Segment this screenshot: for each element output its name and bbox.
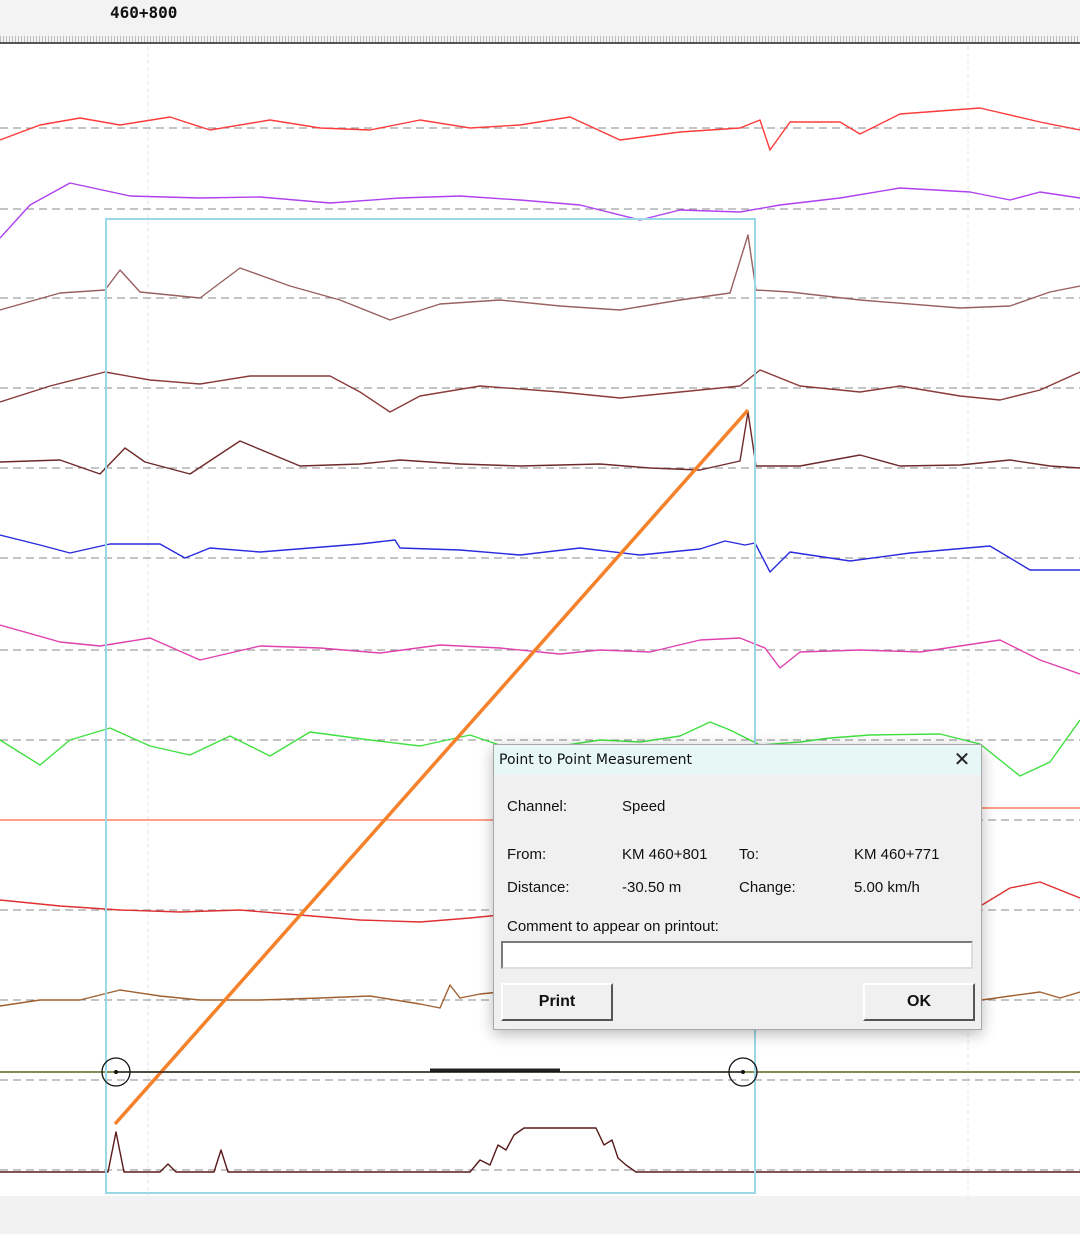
trace-5 [0, 411, 1080, 475]
distance-value: -30.50 m [622, 879, 682, 896]
measurement-box [105, 218, 756, 1194]
comment-label: Comment to appear on printout: [507, 918, 719, 935]
trace-10b [981, 881, 1080, 906]
trace-chart[interactable] [0, 0, 1080, 1234]
dialog-titlebar[interactable]: Point to Point Measurement ✕ [494, 745, 981, 775]
trace-6 [0, 534, 1080, 573]
print-button[interactable]: Print [501, 983, 613, 1021]
close-icon[interactable]: ✕ [951, 749, 973, 771]
change-label: Change: [739, 879, 796, 896]
comment-input[interactable] [501, 941, 973, 969]
to-value: KM 460+771 [854, 846, 940, 863]
change-value: 5.00 km/h [854, 879, 920, 896]
trace-10 [0, 899, 501, 923]
ok-button[interactable]: OK [863, 983, 975, 1021]
trace-13 [0, 1127, 1080, 1173]
to-label: To: [739, 846, 760, 863]
footer-bar [0, 1196, 1080, 1234]
trace-3 [0, 234, 1080, 321]
trace-1 [0, 107, 1080, 151]
from-value: KM 460+801 [622, 846, 708, 863]
channel-label: Channel: [507, 798, 568, 815]
trace-2 [0, 182, 1080, 239]
measurement-overlay[interactable] [101, 218, 758, 1194]
measurement-dialog: Point to Point Measurement ✕ Channel: Sp… [493, 744, 982, 1030]
distance-label: Distance: [507, 879, 570, 896]
from-label: From: [507, 846, 547, 863]
trace-4 [0, 369, 1080, 413]
trace-11 [0, 984, 501, 1009]
trace-11b [981, 991, 1080, 1001]
dialog-title: Point to Point Measurement [499, 752, 693, 768]
channel-value: Speed [622, 798, 666, 815]
